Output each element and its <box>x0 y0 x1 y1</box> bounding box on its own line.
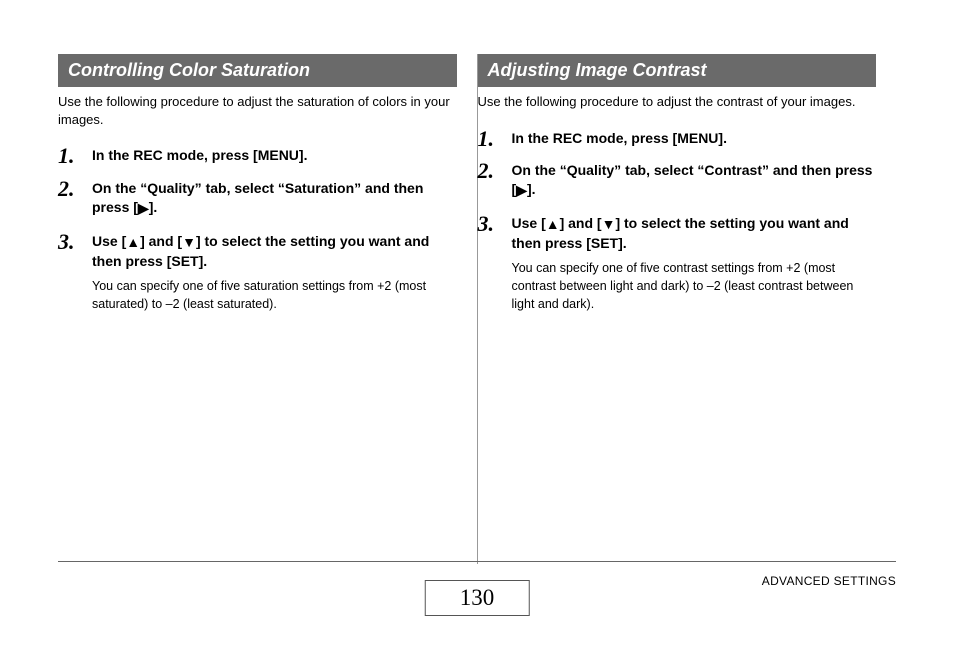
step-item: In the REC mode, press [MENU]. <box>478 129 877 148</box>
step-text: In the REC mode, press [MENU]. <box>512 129 877 148</box>
section-heading-saturation: Controlling Color Saturation <box>58 54 457 87</box>
section-heading-contrast: Adjusting Image Contrast <box>478 54 877 87</box>
step-text-part: ] and [ <box>560 215 602 231</box>
up-arrow-icon: ▲ <box>546 215 560 234</box>
step-text: In the REC mode, press [MENU]. <box>92 146 457 165</box>
step-note: You can specify one of five saturation s… <box>92 277 457 313</box>
intro-text: Use the following procedure to adjust th… <box>478 93 877 111</box>
step-text-part: Use [ <box>512 215 546 231</box>
right-arrow-icon: ▶ <box>516 181 527 200</box>
left-column: Controlling Color Saturation Use the fol… <box>58 54 477 564</box>
step-item: Use [▲] and [▼] to select the setting yo… <box>478 214 877 313</box>
two-column-layout: Controlling Color Saturation Use the fol… <box>58 54 896 564</box>
manual-page: Controlling Color Saturation Use the fol… <box>0 0 954 646</box>
step-item: Use [▲] and [▼] to select the setting yo… <box>58 232 457 313</box>
step-text: On the “Quality” tab, select “Saturation… <box>92 179 457 218</box>
step-text: On the “Quality” tab, select “Contrast” … <box>512 161 877 200</box>
footer-rule <box>58 561 896 562</box>
right-column: Adjusting Image Contrast Use the followi… <box>478 54 897 564</box>
step-item: In the REC mode, press [MENU]. <box>58 146 457 165</box>
down-arrow-icon: ▼ <box>182 233 196 252</box>
step-text-part: On the “Quality” tab, select “Contrast” … <box>512 162 873 197</box>
page-number: 130 <box>425 580 530 616</box>
up-arrow-icon: ▲ <box>126 233 140 252</box>
step-text-part: ]. <box>527 181 536 197</box>
step-text: Use [▲] and [▼] to select the setting yo… <box>512 214 877 253</box>
step-item: On the “Quality” tab, select “Contrast” … <box>478 161 877 200</box>
step-item: On the “Quality” tab, select “Saturation… <box>58 179 457 218</box>
intro-text: Use the following procedure to adjust th… <box>58 93 457 128</box>
steps-list: In the REC mode, press [MENU]. On the “Q… <box>58 146 457 313</box>
step-text-part: Use [ <box>92 233 126 249</box>
step-text: Use [▲] and [▼] to select the setting yo… <box>92 232 457 271</box>
step-note: You can specify one of five contrast set… <box>512 259 877 313</box>
step-text-part: ] and [ <box>140 233 182 249</box>
footer-section-label: ADVANCED SETTINGS <box>762 574 896 588</box>
steps-list: In the REC mode, press [MENU]. On the “Q… <box>478 129 877 314</box>
step-text-part: ]. <box>149 199 158 215</box>
right-arrow-icon: ▶ <box>138 199 149 218</box>
down-arrow-icon: ▼ <box>602 215 616 234</box>
